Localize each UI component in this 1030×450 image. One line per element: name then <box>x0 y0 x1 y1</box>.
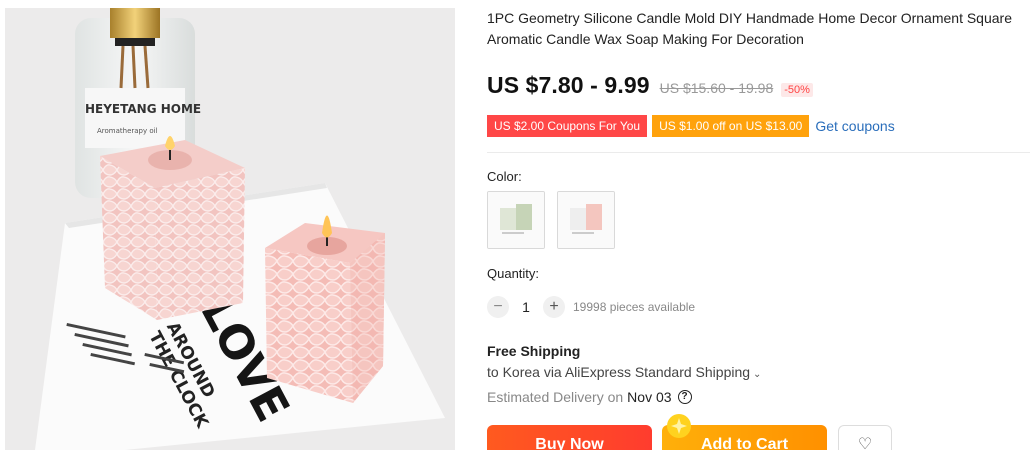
quantity-minus-button[interactable]: − <box>487 296 509 318</box>
discount-badge: -50% <box>781 83 813 97</box>
color-thumbnail-pink <box>558 192 614 248</box>
sparkle-icon <box>667 414 691 438</box>
chevron-down-icon[interactable]: ⌄ <box>753 369 761 380</box>
coupon-row: US $2.00 Coupons For You US $1.00 off on… <box>487 115 895 137</box>
shipping-method-text: to Korea via AliExpress Standard Shippin… <box>487 364 751 380</box>
color-option-pink[interactable] <box>557 191 615 249</box>
product-image: LOVE AROUND THE CLOCK HEYETANG HOME Arom… <box>5 8 455 450</box>
help-icon[interactable]: ? <box>677 390 692 404</box>
estimated-delivery-date: Nov 03 <box>627 389 672 405</box>
shipping-title: Free Shipping <box>487 343 581 359</box>
buy-now-button[interactable]: Buy Now <box>487 425 652 450</box>
get-coupons-link[interactable]: Get coupons <box>815 118 894 134</box>
estimated-delivery: Estimated Delivery on Nov 03 ? <box>487 389 692 405</box>
product-info-panel: 1PC Geometry Silicone Candle Mold DIY Ha… <box>487 0 1030 450</box>
wishlist-button[interactable]: ♡ <box>838 425 892 450</box>
quantity-stepper: − 1 + 19998 pieces available <box>487 295 695 319</box>
estimated-delivery-label: Estimated Delivery on <box>487 389 624 405</box>
bottle-sublabel: Aromatherapy oil <box>97 127 158 135</box>
heart-icon: ♡ <box>857 436 873 450</box>
color-option-green[interactable] <box>487 191 545 249</box>
store-coupon-badge[interactable]: US $2.00 Coupons For You <box>487 115 648 137</box>
original-price: US $15.60 - 19.98 <box>659 80 774 96</box>
product-photo: LOVE AROUND THE CLOCK HEYETANG HOME Arom… <box>5 8 455 450</box>
discount-coupon-badge[interactable]: US $1.00 off on US $13.00 <box>652 115 810 137</box>
divider <box>487 152 1030 153</box>
bottle-label: HEYETANG HOME <box>85 102 201 116</box>
quantity-label: Quantity: <box>487 266 540 281</box>
quantity-plus-button[interactable]: + <box>543 296 565 318</box>
shipping-detail[interactable]: to Korea via AliExpress Standard Shippin… <box>487 364 761 380</box>
color-label: Color: <box>487 169 522 184</box>
product-title: 1PC Geometry Silicone Candle Mold DIY Ha… <box>487 10 1012 47</box>
current-price: US $7.80 - 9.99 <box>487 72 650 98</box>
available-stock: 19998 pieces available <box>573 300 696 314</box>
color-thumbnail-green <box>488 192 544 248</box>
price-row: US $7.80 - 9.99 US $15.60 - 19.98 -50% <box>487 72 813 104</box>
quantity-input[interactable]: 1 <box>509 299 543 315</box>
